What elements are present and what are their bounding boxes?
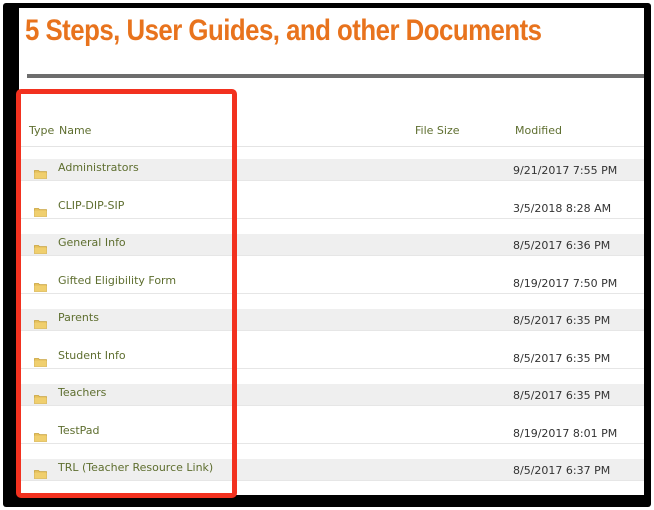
column-header-file-size[interactable]: File Size: [415, 124, 459, 137]
modified-date: 8/5/2017 6:35 PM: [513, 314, 611, 327]
modified-date: 8/5/2017 6:35 PM: [513, 351, 611, 365]
modified-date: 8/5/2017 6:35 PM: [513, 389, 611, 402]
modified-date: 9/21/2017 7:55 PM: [513, 164, 618, 177]
modified-date: 8/19/2017 7:50 PM: [513, 276, 618, 290]
modified-date: 8/5/2017 6:36 PM: [513, 239, 611, 252]
highlight-box: [16, 89, 237, 498]
title-divider: [27, 74, 644, 78]
modified-date: 8/5/2017 6:37 PM: [513, 464, 611, 477]
column-header-modified[interactable]: Modified: [515, 124, 562, 137]
modified-date: 8/19/2017 8:01 PM: [513, 426, 618, 440]
page-title: 5 Steps, User Guides, and other Document…: [25, 14, 542, 47]
modified-date: 3/5/2018 8:28 AM: [513, 201, 612, 215]
